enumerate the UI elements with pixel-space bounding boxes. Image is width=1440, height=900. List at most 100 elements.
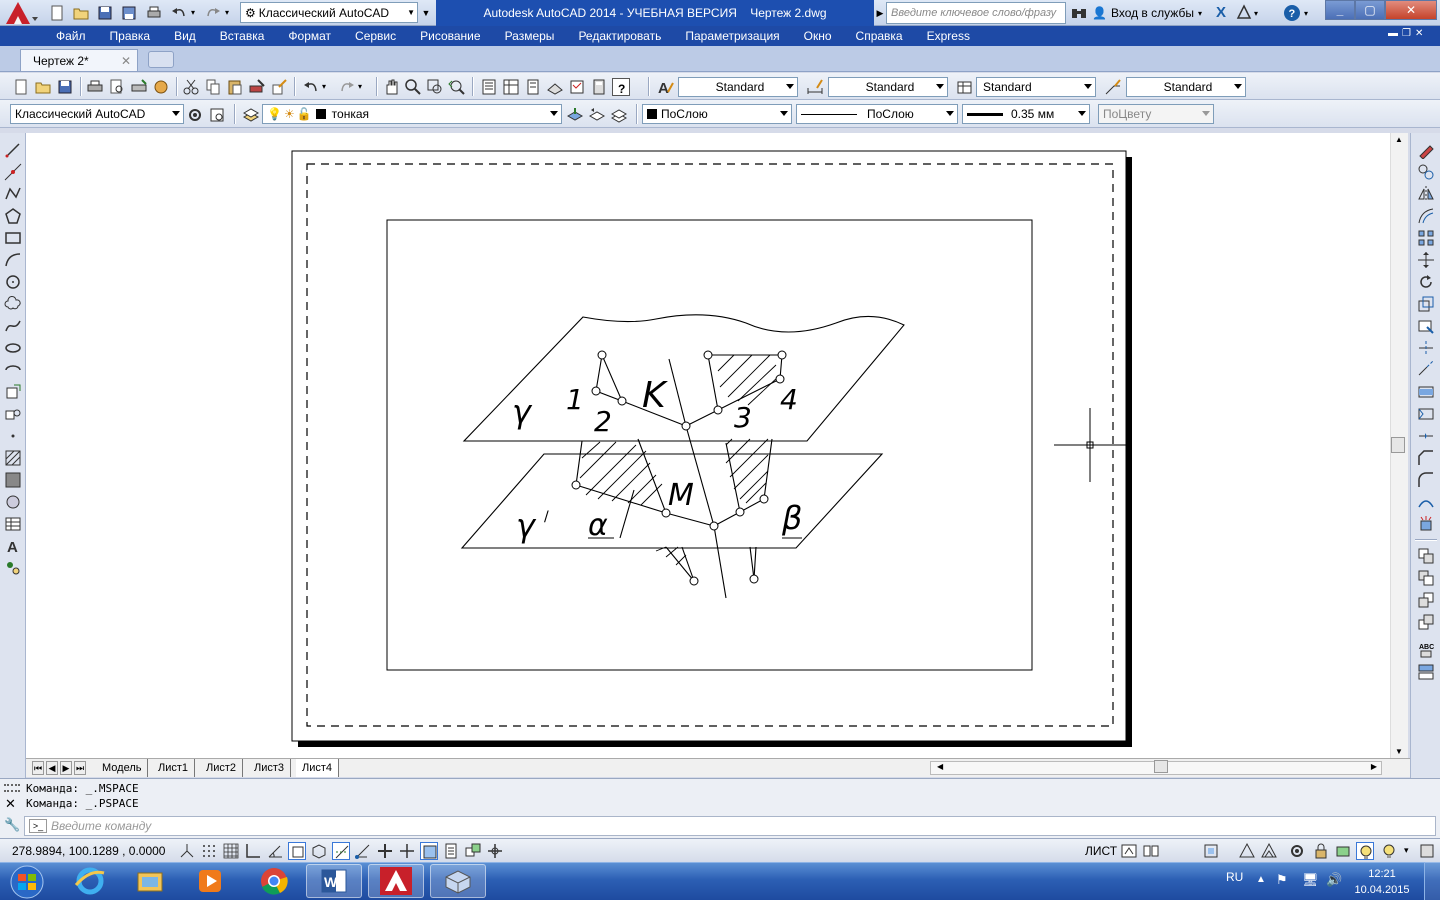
menu-edit[interactable]: Правка [98, 29, 163, 43]
taskbar-explorer-icon[interactable] [122, 864, 178, 898]
menu-help[interactable]: Справка [844, 29, 915, 43]
keyword-search-input[interactable]: Введите ключевое слово/фразу [886, 2, 1066, 24]
region-icon[interactable] [4, 493, 22, 511]
lineweight-select[interactable]: 0.35 мм [962, 104, 1090, 124]
table-icon[interactable] [4, 515, 22, 533]
arc-icon[interactable] [4, 251, 22, 269]
drawing-canvas[interactable]: γ 1 2 K 3 4 γ / α M β [26, 133, 1395, 758]
copy-icon[interactable] [204, 78, 222, 96]
command-close-icon[interactable]: ✕ [5, 796, 16, 812]
fillet-icon[interactable] [1417, 471, 1435, 489]
open-icon[interactable] [34, 78, 52, 96]
qprint-icon[interactable] [145, 4, 163, 21]
send-to-back-icon[interactable] [1417, 591, 1435, 609]
undo-icon[interactable] [302, 78, 320, 96]
layer-previous-icon[interactable] [588, 106, 606, 124]
text-style-icon[interactable]: A [656, 78, 674, 97]
command-grip-icon[interactable] [4, 784, 20, 792]
clean-screen-icon[interactable] [1418, 842, 1436, 860]
match-properties-icon[interactable] [248, 78, 266, 96]
network-icon[interactable]: 🖥 [1302, 872, 1319, 888]
redo-icon[interactable] [204, 4, 222, 21]
calculator-icon[interactable] [590, 78, 608, 96]
layout-tab-model[interactable]: Модель [96, 759, 149, 777]
point-icon[interactable] [4, 427, 22, 445]
snap-mode-icon[interactable] [200, 842, 218, 860]
workspace-customize-icon[interactable] [208, 106, 226, 124]
menu-dimension[interactable]: Размеры [493, 29, 567, 43]
offset-icon[interactable] [1417, 207, 1435, 225]
transparency-icon[interactable] [420, 842, 438, 860]
taskbar-chrome-icon[interactable] [246, 864, 302, 898]
taskbar-word-icon[interactable]: W [306, 864, 362, 898]
undo-dropdown-icon[interactable]: ▾ [188, 4, 198, 21]
quick-view-layouts-icon[interactable] [1120, 842, 1138, 860]
menu-tools[interactable]: Сервис [343, 29, 408, 43]
close-window-button[interactable]: ✕ [1385, 0, 1437, 20]
plot-preview-icon[interactable] [108, 78, 126, 96]
rotate-icon[interactable] [1417, 273, 1435, 291]
status-menu-icon[interactable]: ▾ [1404, 842, 1414, 860]
add-selected-icon[interactable] [4, 559, 22, 577]
command-customize-icon[interactable]: 🔧 [4, 817, 20, 833]
polar-tracking-icon[interactable] [266, 842, 284, 860]
bring-to-front-icon[interactable] [1417, 569, 1435, 587]
array-icon[interactable] [1417, 229, 1435, 247]
system-clock[interactable]: 12:21 10.04.2015 [1350, 866, 1414, 898]
qnew-icon[interactable] [48, 4, 66, 21]
pan-icon[interactable] [382, 78, 400, 96]
autocad-logo-icon[interactable] [2, 1, 40, 25]
quick-access-customize-button[interactable]: ▼ [419, 2, 433, 23]
design-center-icon[interactable] [502, 78, 520, 96]
polyline-icon[interactable] [4, 185, 22, 203]
layer-select[interactable]: 💡 ☀ 🔓 тонкая [262, 104, 562, 124]
table-style-select[interactable]: Standard [976, 77, 1096, 97]
doc-minimize-icon[interactable]: ▬ [1388, 28, 1398, 44]
bring-above-icon[interactable] [1417, 613, 1435, 631]
qopen-icon[interactable] [72, 4, 90, 21]
copy-object-icon[interactable] [1417, 163, 1435, 181]
chamfer-icon[interactable] [1417, 449, 1435, 467]
dim-style-select[interactable]: Standard [828, 77, 948, 97]
line-icon[interactable] [4, 141, 22, 159]
first-layout-icon[interactable]: ⏮ [32, 761, 44, 775]
break-at-point-icon[interactable] [1417, 383, 1435, 401]
coordinates-readout[interactable]: 278.9894, 100.1289 , 0.0000 [12, 844, 165, 858]
polygon-icon[interactable] [4, 207, 22, 225]
lightbulb-icon[interactable] [1380, 842, 1398, 860]
quick-properties-icon[interactable] [442, 842, 460, 860]
scroll-right-icon[interactable]: ▶ [1371, 762, 1377, 771]
taskbar-autocad-icon[interactable] [368, 864, 424, 898]
sign-in-button[interactable]: 👤 Вход в службы ▾ [1092, 3, 1212, 23]
layout-tab-sheet4[interactable]: Лист4 [296, 759, 340, 777]
paste-icon[interactable] [226, 78, 244, 96]
isolate-objects-icon[interactable] [1356, 842, 1374, 860]
redo-dropdown-icon[interactable]: ▾ [222, 4, 232, 21]
explode-icon[interactable] [1417, 515, 1435, 533]
save-icon[interactable] [56, 78, 74, 96]
chevron-down-icon[interactable]: ▾ [358, 78, 368, 96]
qsaveas-icon[interactable] [120, 4, 138, 21]
doc-restore-icon[interactable]: ❐ [1402, 28, 1411, 44]
annotation-monitor-icon[interactable] [486, 842, 504, 860]
start-button[interactable] [2, 864, 52, 900]
annotation-scale-icon[interactable] [1238, 842, 1256, 860]
chevron-down-icon[interactable]: ▾ [322, 78, 332, 96]
menu-format[interactable]: Формат [276, 29, 343, 43]
model-paper-toggle[interactable]: ЛИСТ [1085, 844, 1117, 858]
lock-toolbars-icon[interactable] [1312, 842, 1330, 860]
lineweight-toggle-icon[interactable] [398, 842, 416, 860]
hatch-icon[interactable] [4, 449, 22, 467]
spline-icon[interactable] [4, 317, 22, 335]
workspace-select[interactable]: ⚙ Классический AutoCAD ▼ [240, 2, 418, 23]
grid-display-icon[interactable] [222, 842, 240, 860]
file-tab-drawing2[interactable]: Чертеж 2* ✕ [20, 49, 138, 71]
scroll-left-icon[interactable]: ◀ [937, 762, 943, 771]
sheet-set-icon[interactable] [546, 78, 564, 96]
prev-layout-icon[interactable]: ◀ [46, 761, 58, 775]
text-to-front-icon[interactable]: ABC [1417, 641, 1435, 659]
multileader-style-select[interactable]: Standard [1126, 77, 1246, 97]
keyboard-language[interactable]: RU [1226, 870, 1243, 884]
table-style-icon[interactable] [956, 78, 974, 96]
maximize-button[interactable]: ▢ [1355, 0, 1385, 20]
